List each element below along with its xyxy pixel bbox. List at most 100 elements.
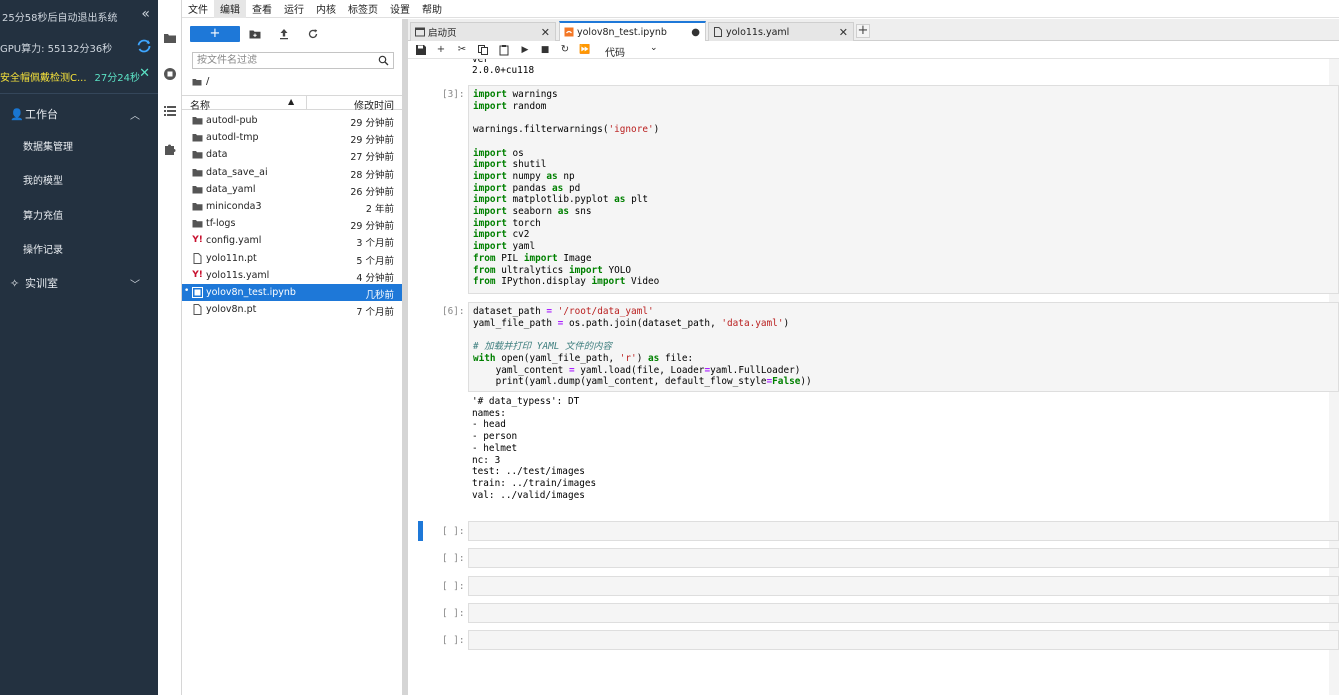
file-row[interactable]: data 27 分钟前 (182, 146, 402, 163)
cell-prompt: [ ]: (442, 608, 465, 619)
code-content: dataset_path = '/root/data_yaml' yaml_fi… (473, 306, 812, 388)
menu-settings[interactable]: 设置 (384, 0, 416, 18)
new-launcher-button[interactable]: + (190, 26, 240, 42)
folder-icon (192, 220, 203, 228)
copy-icon[interactable] (477, 44, 489, 56)
paste-icon[interactable] (498, 44, 510, 56)
active-project[interactable]: 安全帽佩戴检测C... 27分24秒 (0, 66, 158, 86)
code-cell-3[interactable]: import warnings import random warnings.f… (468, 85, 1339, 294)
folder-icon (192, 151, 203, 159)
close-icon[interactable]: ✕ (839, 26, 848, 39)
launcher-icon (415, 27, 425, 37)
cell-prompt: [6]: (442, 306, 465, 317)
cut-icon[interactable]: ✂ (456, 44, 468, 56)
file-row[interactable]: yolov8n.pt 7 个月前 (182, 301, 402, 318)
save-icon[interactable] (415, 44, 427, 56)
menu-view[interactable]: 查看 (246, 0, 278, 18)
code-cell-6[interactable]: dataset_path = '/root/data_yaml' yaml_fi… (468, 302, 1339, 392)
folder-icon (192, 78, 202, 85)
upload-icon[interactable] (278, 28, 290, 40)
extension-icon[interactable] (163, 142, 177, 156)
file-modified: 几秒前 (365, 289, 394, 301)
menu-lab[interactable]: ✧ 实训室 ﹀ (0, 269, 158, 297)
menu-file[interactable]: 文件 (182, 0, 214, 18)
column-modified[interactable]: 修改时间 (354, 97, 394, 112)
menu-recharge[interactable]: 算力充值 (23, 204, 63, 224)
file-row[interactable]: data_yaml 26 分钟前 (182, 181, 402, 198)
notebook-icon (564, 27, 574, 37)
tab-launcher[interactable]: 启动页 ✕ (410, 22, 556, 41)
file-list: autodl-pub 29 分钟前 autodl-tmp 29 分钟前 data 27 分… (182, 112, 402, 318)
file-modified: 7 个月前 (356, 307, 394, 319)
file-icon (193, 304, 202, 316)
empty-code-cell[interactable] (468, 576, 1339, 596)
restart-icon[interactable]: ↻ (559, 44, 571, 56)
file-row[interactable]: miniconda3 2 年前 (182, 198, 402, 215)
refresh-files-icon[interactable] (307, 28, 319, 40)
tab-yaml[interactable]: yolo11s.yaml ✕ (708, 22, 854, 41)
file-row[interactable]: • yolov8n_test.ipynb 几秒前 (182, 283, 402, 302)
running-dot-icon: • (184, 285, 190, 296)
menu-help[interactable]: 帮助 (416, 0, 448, 18)
file-row[interactable]: yolo11n.pt 5 个月前 (182, 250, 402, 267)
run-icon[interactable]: ▶ (519, 44, 531, 56)
file-name: miniconda3 (206, 200, 262, 212)
column-divider (306, 96, 307, 109)
file-browser-toolbar: + (182, 19, 402, 49)
file-row[interactable]: data_save_ai 28 分钟前 (182, 164, 402, 181)
folder-icon[interactable] (163, 31, 177, 45)
folder-icon (192, 117, 203, 125)
file-row[interactable]: autodl-tmp 29 分钟前 (182, 129, 402, 146)
empty-code-cell[interactable] (468, 630, 1339, 650)
menu-kernel[interactable]: 内核 (310, 0, 342, 18)
tab-notebook[interactable]: yolov8n_test.ipynb ● (559, 21, 706, 41)
collapse-icon[interactable]: « (141, 6, 150, 22)
file-row[interactable]: autodl-pub 29 分钟前 (182, 112, 402, 129)
active-cell-indicator (418, 521, 423, 541)
file-modified: 29 分钟前 (350, 135, 394, 147)
breadcrumb[interactable]: / (192, 76, 209, 87)
file-modified: 29 分钟前 (350, 118, 394, 129)
menu-tabs[interactable]: 标签页 (342, 0, 384, 18)
refresh-icon[interactable] (136, 38, 152, 54)
add-tab-icon[interactable]: + (856, 24, 870, 38)
menu-dataset-management[interactable]: 数据集管理 (23, 135, 73, 155)
empty-code-cell[interactable] (468, 521, 1339, 541)
fast-forward-icon[interactable]: ⏩ (579, 44, 591, 56)
file-icon (193, 252, 202, 264)
file-row[interactable]: Y! yolo11s.yaml 4 分钟前 (182, 267, 402, 284)
file-name: data_yaml (206, 183, 256, 195)
file-modified: 4 分钟前 (356, 272, 394, 284)
file-name: yolo11n.pt (206, 252, 257, 264)
insert-cell-icon[interactable]: + (435, 44, 447, 56)
notebook-area: ver 2.0.0+cu118 [3]: import warnings imp… (408, 59, 1339, 695)
new-folder-icon[interactable] (249, 28, 261, 40)
file-modified: 26 分钟前 (350, 186, 394, 198)
close-icon[interactable]: ✕ (541, 26, 550, 39)
menu-edit[interactable]: 编辑 (214, 0, 246, 18)
auto-exit-notice: 25分58秒后自动退出系统 (2, 12, 118, 24)
menu-workbench[interactable]: 👤 工作台 ︿ (0, 100, 158, 128)
file-icon (714, 27, 722, 37)
cell-6-output: '# data_typess': DT names: - head - pers… (472, 396, 597, 501)
running-icon[interactable] (163, 67, 177, 81)
chevron-down-icon[interactable]: ⌄ (650, 43, 658, 53)
yaml-icon: Y! (192, 269, 203, 280)
cell-type-select[interactable]: 代码 (605, 44, 625, 59)
menu-run[interactable]: 运行 (278, 0, 310, 18)
filter-input[interactable]: 按文件名过滤 (192, 52, 394, 69)
empty-code-cell[interactable] (468, 603, 1339, 623)
menu-my-models[interactable]: 我的模型 (23, 169, 63, 189)
file-row[interactable]: Y! config.yaml 3 个月前 (182, 232, 402, 249)
unsaved-dot-icon[interactable]: ● (691, 27, 700, 38)
stop-icon[interactable]: ■ (539, 44, 551, 56)
file-name: data_save_ai (206, 166, 268, 178)
close-icon[interactable]: ✕ (139, 66, 150, 81)
empty-code-cell[interactable] (468, 548, 1339, 568)
file-name: config.yaml (206, 235, 262, 247)
column-name[interactable]: 名称 (190, 97, 210, 112)
file-row[interactable]: tf-logs 29 分钟前 (182, 215, 402, 232)
menu-operation-log[interactable]: 操作记录 (23, 238, 63, 258)
toc-icon[interactable] (163, 104, 177, 118)
file-name: yolov8n_test.ipynb (206, 286, 296, 298)
